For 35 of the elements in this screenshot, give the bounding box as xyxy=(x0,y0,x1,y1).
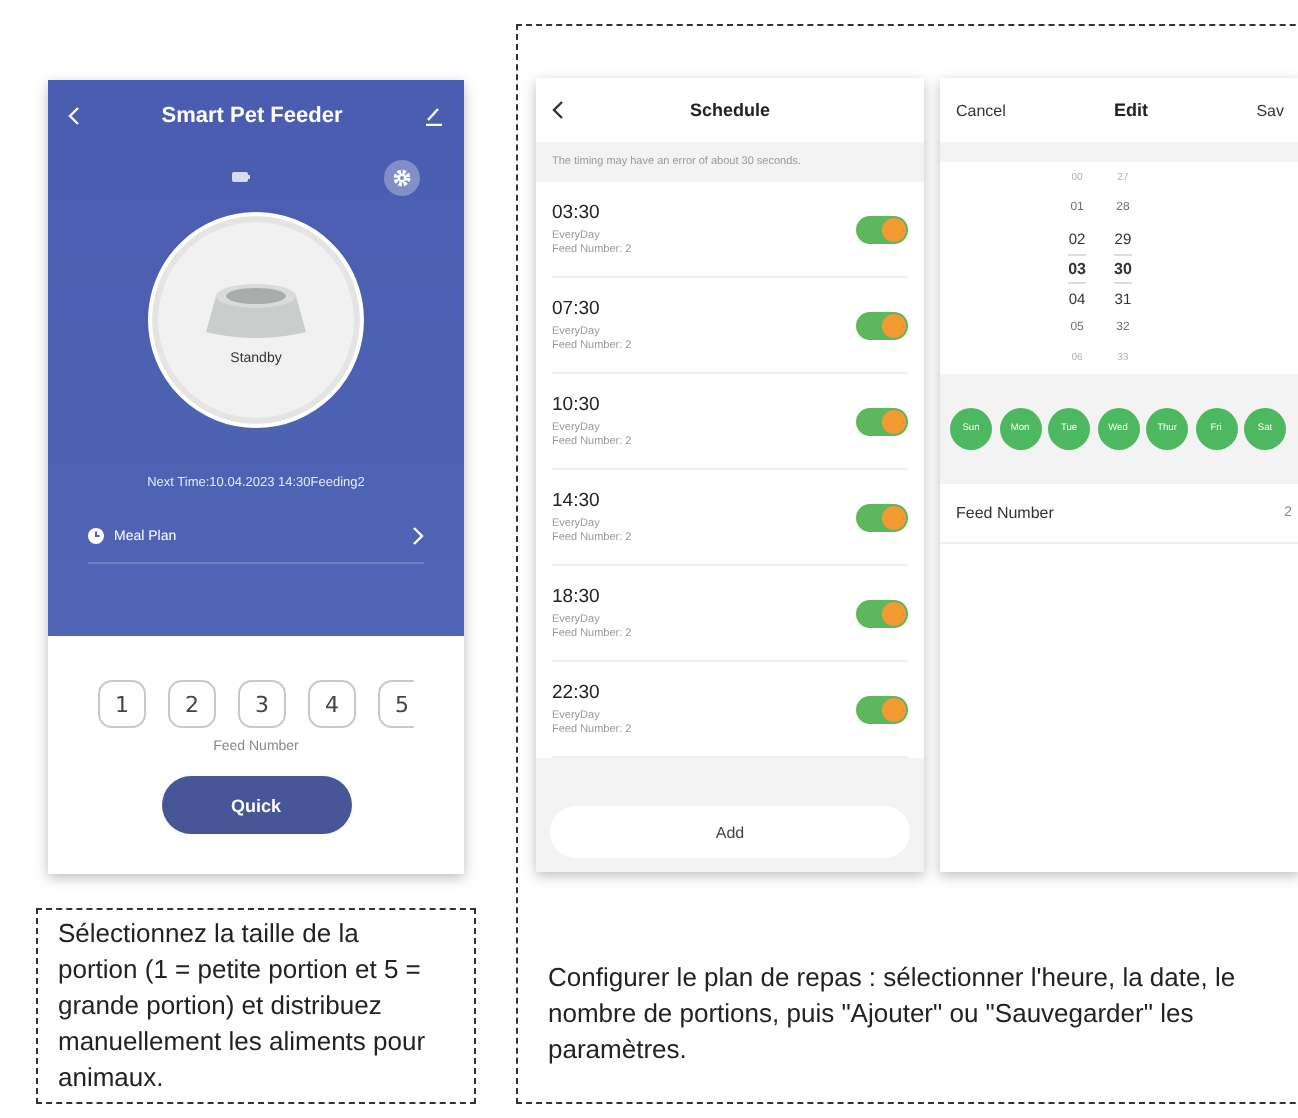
cancel-button[interactable]: Cancel xyxy=(956,101,1006,119)
toggle-switch[interactable] xyxy=(856,503,908,531)
clock-icon xyxy=(88,528,104,544)
picker-value[interactable]: 30 xyxy=(1114,253,1132,283)
back-icon[interactable] xyxy=(552,100,564,120)
caption-text: Configurer le plan de repas : sélectionner l'heure, la date, le nombre de portions, puis "Ajouter" ou "Sauvegarder" les paramètres. xyxy=(548,960,1238,1068)
picker-value[interactable]: 03 xyxy=(1068,253,1086,283)
portion-button[interactable]: 3 xyxy=(238,680,286,728)
time-text: 07:30 xyxy=(552,298,602,320)
time-text: 10:30 xyxy=(552,394,602,416)
toggle-switch[interactable] xyxy=(856,407,908,435)
portion-button[interactable]: 4 xyxy=(308,680,356,728)
app-title: Smart Pet Feeder xyxy=(161,104,343,128)
portion-button[interactable]: 1 xyxy=(98,680,146,728)
toggle-switch[interactable] xyxy=(856,215,908,243)
save-button[interactable]: Sav xyxy=(1256,101,1284,119)
portion-button[interactable]: 2 xyxy=(168,680,216,728)
toggle-switch[interactable] xyxy=(856,599,908,627)
time-text: 14:30 xyxy=(552,490,602,512)
caption-text: Sélectionnez la taille de la portion (1 = petite portion et 5 = grande portion) et distribuez manuellement les aliments pour animaux. xyxy=(36,908,476,1104)
settings-icon[interactable] xyxy=(384,160,420,196)
chevron-right-icon[interactable] xyxy=(412,526,424,546)
quick-button[interactable]: Quick xyxy=(161,776,351,834)
feed-number-label: Feed Number xyxy=(956,504,1054,522)
screen-title: Edit xyxy=(1114,100,1149,120)
add-button[interactable]: Add xyxy=(550,806,910,858)
portion-button[interactable]: 5 xyxy=(378,680,414,728)
screen-title: Schedule xyxy=(689,100,770,120)
time-text: 22:30 xyxy=(552,682,602,704)
toggle-switch[interactable] xyxy=(856,695,908,723)
time-text: 03:30 xyxy=(552,202,602,224)
battery-icon xyxy=(232,172,250,182)
toggle-switch[interactable] xyxy=(856,311,908,339)
time-text: 18:30 xyxy=(552,586,602,608)
edit-icon[interactable] xyxy=(423,106,444,126)
